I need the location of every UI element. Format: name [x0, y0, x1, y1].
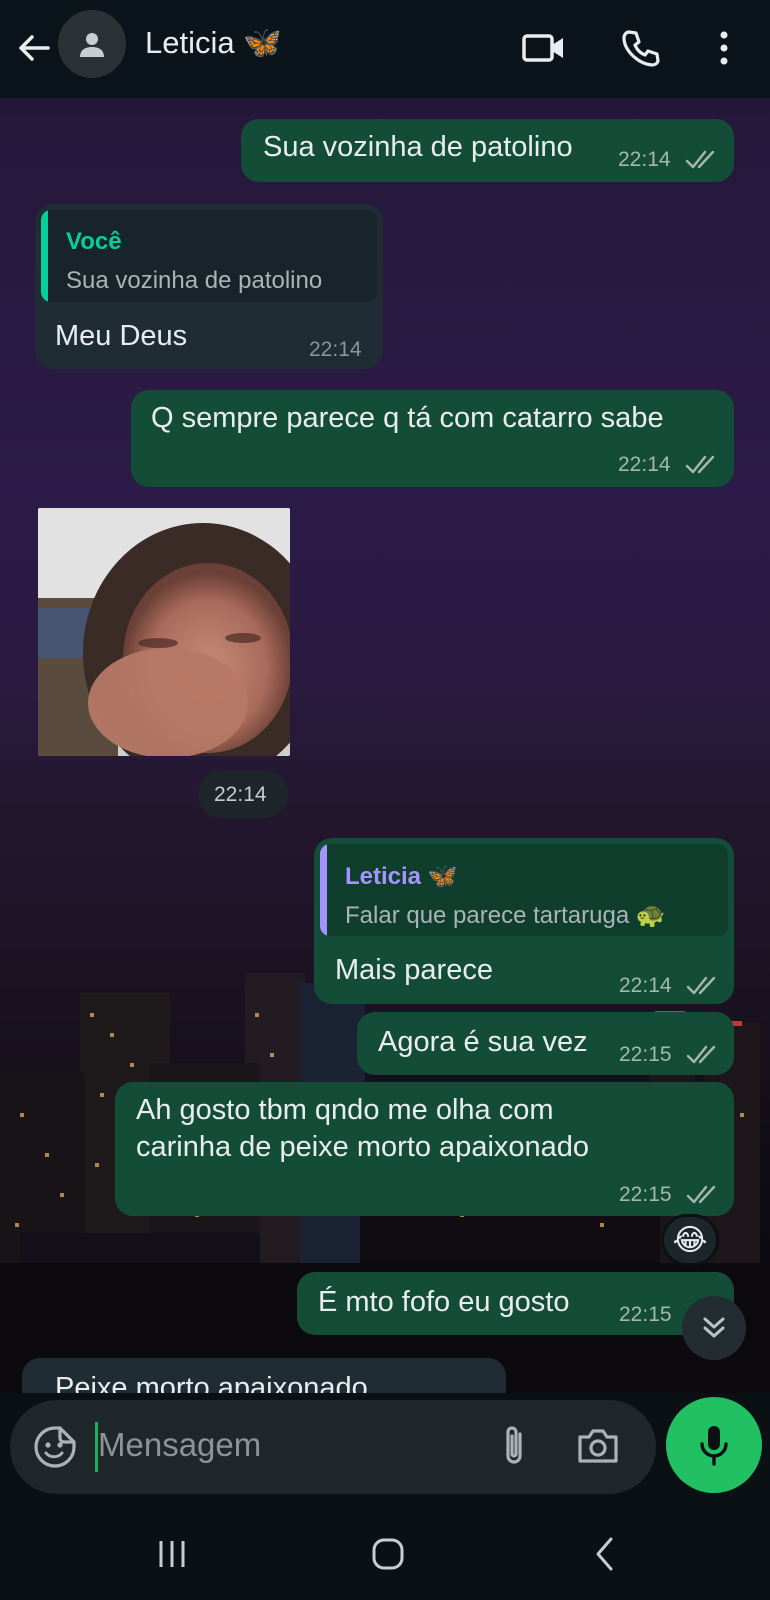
outgoing-message[interactable]: Agora é sua vez 22:15	[357, 1012, 734, 1075]
more-options-icon[interactable]	[700, 24, 748, 72]
message-text: Agora é sua vez	[378, 1026, 588, 1058]
home-icon[interactable]	[363, 1529, 413, 1579]
laughing-reaction[interactable]: 😂	[661, 1214, 719, 1266]
message-time: 22:14	[214, 783, 267, 806]
message-time: 22:14	[309, 338, 362, 361]
chat-header: Leticia 🦋	[0, 0, 770, 98]
outgoing-message[interactable]: É mto fofo eu gosto 22:15	[297, 1272, 734, 1335]
message-input[interactable]: Mensagem	[98, 1426, 261, 1464]
quoted-message[interactable]: Leticia 🦋 Falar que parece tartaruga 🐢	[320, 844, 728, 936]
outgoing-message[interactable]: Sua vozinha de patolino 22:14	[241, 119, 734, 182]
quote-text: Falar que parece tartaruga 🐢	[345, 902, 666, 929]
message-text: Peixe morto apaixonado	[55, 1372, 368, 1393]
read-receipt-icon	[686, 1185, 716, 1204]
message-time: 22:15	[619, 1183, 672, 1206]
mic-button[interactable]	[666, 1397, 762, 1493]
voice-call-icon[interactable]	[616, 24, 664, 72]
camera-icon[interactable]	[576, 1424, 620, 1473]
message-text: É mto fofo eu gosto	[318, 1286, 570, 1318]
message-time: 22:14	[618, 453, 671, 476]
incoming-message[interactable]: Você Sua vozinha de patolino Meu Deus 22…	[35, 204, 383, 369]
quote-author: Leticia 🦋	[345, 863, 458, 890]
composer-area: Mensagem	[0, 1393, 770, 1503]
message-text: Mais parece	[335, 954, 493, 986]
sticker-icon[interactable]	[32, 1424, 78, 1475]
quote-bar	[41, 210, 48, 302]
read-receipt-icon	[685, 455, 715, 474]
message-time: 22:14	[619, 974, 672, 997]
outgoing-message[interactable]: Ah gosto tbm qndo me olha com carinha de…	[115, 1082, 734, 1216]
recent-apps-icon[interactable]	[147, 1529, 197, 1579]
message-time: 22:15	[619, 1043, 672, 1066]
message-composer[interactable]: Mensagem	[10, 1400, 656, 1494]
scroll-to-bottom-button[interactable]	[682, 1296, 746, 1360]
read-receipt-icon	[685, 150, 715, 169]
message-text: Sua vozinha de patolino	[263, 131, 573, 163]
mic-icon	[700, 1426, 728, 1466]
message-text: Meu Deus	[55, 320, 188, 352]
system-navbar	[0, 1503, 770, 1600]
outgoing-message[interactable]: Q sempre parece q tá com catarro sabe 22…	[131, 390, 734, 487]
avatar-icon[interactable]	[58, 10, 126, 78]
back-icon[interactable]	[580, 1529, 630, 1579]
quoted-message[interactable]: Você Sua vozinha de patolino	[41, 210, 377, 302]
contact-name[interactable]: Leticia 🦋	[145, 24, 282, 61]
photo-time-badge: 22:14	[198, 770, 288, 818]
outgoing-message[interactable]: Leticia 🦋 Falar que parece tartaruga 🐢 M…	[314, 838, 734, 1004]
back-arrow-icon[interactable]	[14, 28, 54, 68]
quote-bar	[320, 844, 327, 936]
attach-icon[interactable]	[498, 1422, 530, 1475]
read-receipt-icon	[686, 1045, 716, 1064]
video-call-icon[interactable]	[520, 24, 568, 72]
quote-author: Você	[66, 228, 122, 255]
photo-message[interactable]	[38, 508, 290, 756]
quote-text: Sua vozinha de patolino	[66, 267, 323, 294]
incoming-message[interactable]: Peixe morto apaixonado	[22, 1358, 506, 1393]
message-text: Q sempre parece q tá com catarro sabe	[151, 402, 664, 434]
message-text: Ah gosto tbm qndo me olha com carinha de…	[136, 1094, 590, 1163]
message-time: 22:15	[619, 1303, 672, 1326]
message-time: 22:14	[618, 148, 671, 171]
read-receipt-icon	[686, 976, 716, 995]
